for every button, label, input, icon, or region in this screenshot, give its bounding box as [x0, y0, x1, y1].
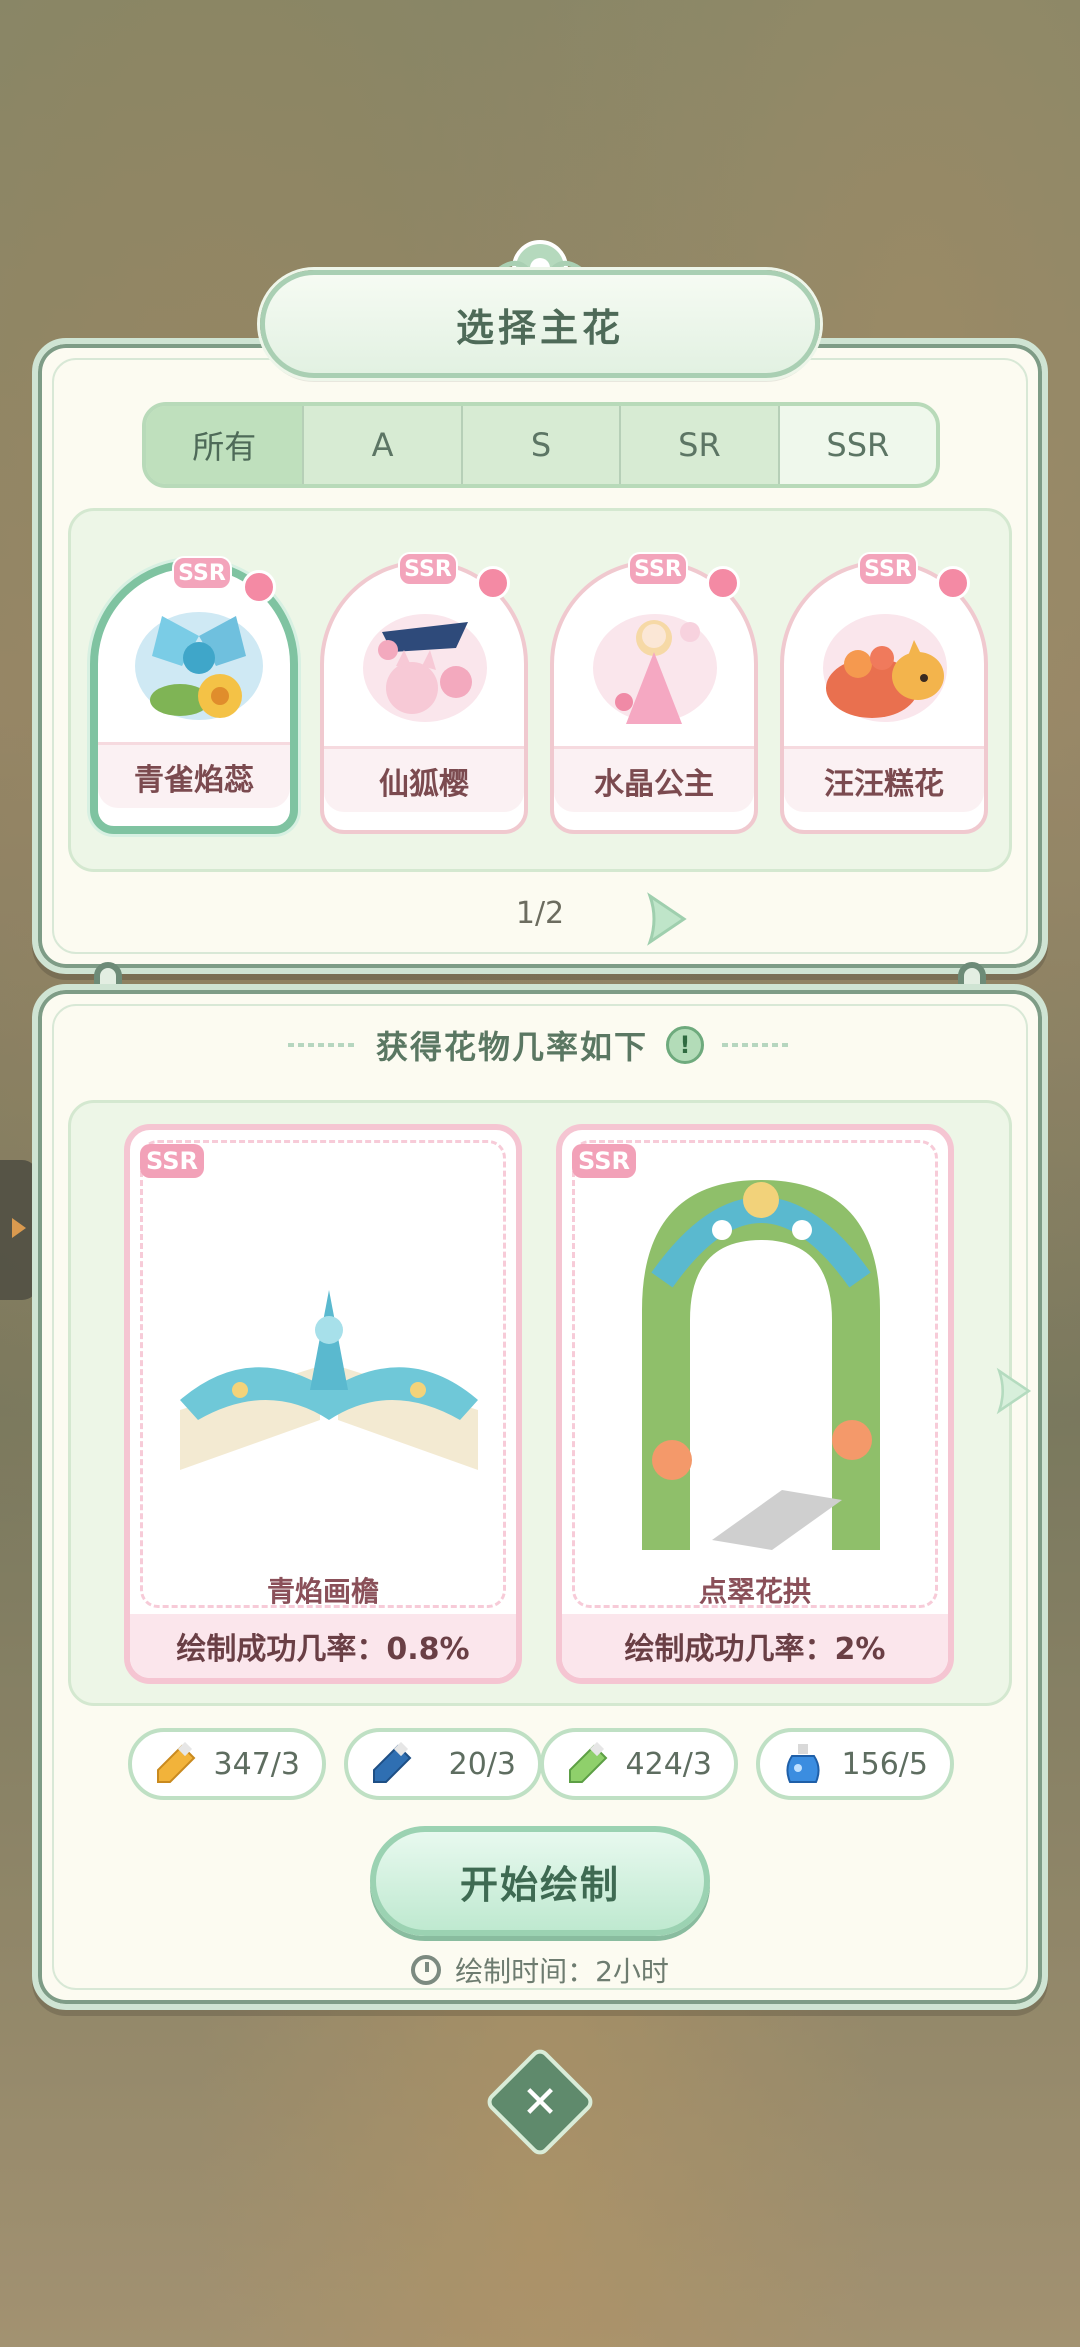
- rarity-badge: SSR: [398, 552, 458, 586]
- flower-card-2[interactable]: SSR 仙狐樱: [320, 552, 528, 834]
- rarity-badge: SSR: [140, 1144, 204, 1178]
- flower-card-1[interactable]: SSR 青雀焰蕊: [90, 556, 298, 834]
- info-icon[interactable]: !: [666, 1026, 704, 1064]
- next-page-arrow-icon[interactable]: [644, 892, 690, 946]
- item-rate: 绘制成功几率：2%: [562, 1614, 948, 1678]
- tab-s[interactable]: S: [463, 406, 622, 484]
- flower-name: 汪汪糕花: [784, 746, 984, 812]
- flower-name: 仙狐樱: [324, 746, 524, 812]
- blue-potion-icon: [786, 1744, 820, 1783]
- resource-value: 20/3: [448, 1746, 516, 1782]
- clock-icon: [411, 1955, 442, 1985]
- resource-value: 347/3: [213, 1746, 300, 1782]
- dog-cake-flower-icon: [823, 614, 947, 722]
- tab-all[interactable]: 所有: [146, 406, 305, 484]
- odds-title: 获得花物几率如下: [375, 1028, 648, 1066]
- resource-value: 156/5: [841, 1746, 928, 1782]
- crystal-princess-icon: [593, 614, 717, 724]
- flower-name: 青雀焰蕊: [98, 742, 290, 808]
- tab-a[interactable]: A: [304, 406, 463, 484]
- item-card-1[interactable]: SSR 青焰画檐 绘制成功几率：0.8%: [124, 1124, 522, 1684]
- dialog-title-plaque: 选择主花: [260, 270, 820, 378]
- resource-blue-paint: 20/3: [344, 1728, 542, 1800]
- flower-card-4[interactable]: SSR 汪汪糕花: [780, 552, 988, 834]
- start-drawing-button[interactable]: 开始绘制: [370, 1826, 710, 1936]
- rarity-tabs: 所有 A S SR SSR: [142, 402, 940, 488]
- item-name: 青焰画檐: [266, 1575, 379, 1608]
- rarity-badge: SSR: [858, 552, 918, 586]
- rarity-badge: SSR: [172, 556, 232, 590]
- peacock-flower-icon: [135, 612, 263, 720]
- item-card-2[interactable]: SSR 点翠花拱 绘制成功几率：2%: [556, 1124, 954, 1684]
- fox-blossom-icon: [363, 614, 487, 722]
- resource-blue-potion: 156/5: [756, 1728, 954, 1800]
- page-indicator: 1/2: [515, 896, 565, 931]
- close-icon[interactable]: ✕: [500, 2062, 580, 2142]
- flower-card-3[interactable]: SSR 水晶公主: [550, 552, 758, 834]
- resource-value: 424/3: [625, 1746, 712, 1782]
- item-name: 点翠花拱: [698, 1575, 811, 1608]
- dialog-title: 选择主花: [455, 305, 624, 350]
- next-item-arrow-icon[interactable]: [994, 1366, 1034, 1416]
- flower-name: 水晶公主: [554, 746, 754, 812]
- tab-sr[interactable]: SR: [621, 406, 780, 484]
- start-drawing-label: 开始绘制: [459, 1862, 620, 1907]
- resource-green-paint: 424/3: [540, 1728, 738, 1800]
- divider-right: [722, 1043, 792, 1047]
- divider-left: [287, 1043, 358, 1047]
- eave-decoration-icon: [180, 1290, 478, 1470]
- item-rate: 绘制成功几率：0.8%: [130, 1614, 516, 1678]
- green-paint-tube-icon: [569, 1742, 608, 1783]
- drawing-time: 绘制时间：2小时: [400, 1950, 680, 1990]
- yellow-paint-tube-icon: [157, 1742, 196, 1783]
- rarity-badge: SSR: [628, 552, 688, 586]
- tab-ssr[interactable]: SSR: [779, 406, 936, 484]
- resource-yellow-paint: 347/3: [128, 1728, 326, 1800]
- blue-paint-tube-icon: [373, 1742, 412, 1783]
- drawing-time-label: 绘制时间：2小时: [455, 1955, 669, 1988]
- odds-header: 获得花物几率如下 !: [280, 1020, 800, 1070]
- flower-arch-icon: [642, 1180, 880, 1550]
